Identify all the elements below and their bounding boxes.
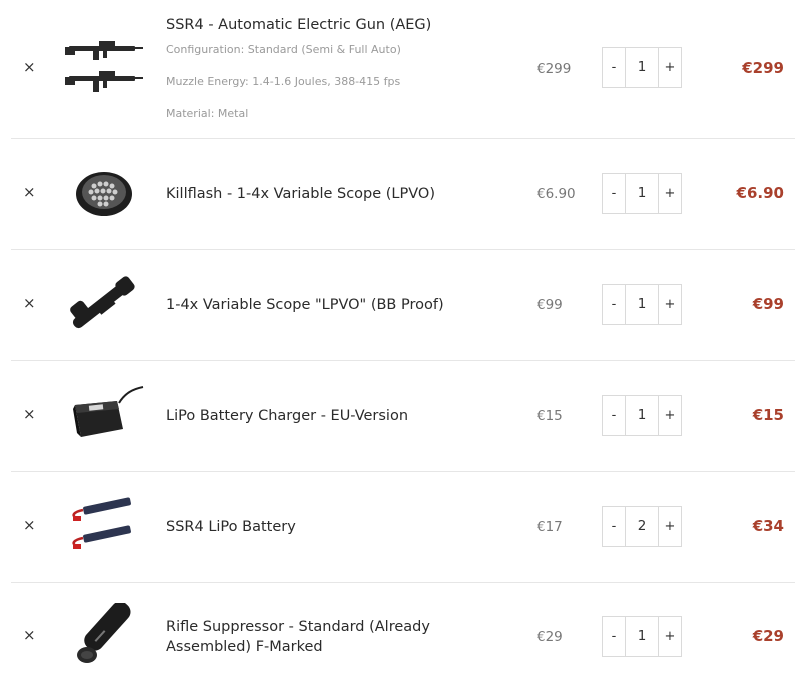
product-image-scope[interactable]	[63, 272, 143, 334]
product-name-link[interactable]: Rifle Suppressor - Standard (Already Ass…	[166, 617, 486, 657]
product-muzzle-energy: Muzzle Energy: 1.4-1.6 Joules, 388-415 f…	[166, 75, 401, 88]
product-image-suppressor[interactable]	[63, 603, 143, 669]
line-subtotal: €99	[752, 295, 784, 313]
quantity-decrease-button[interactable]: -	[603, 617, 625, 656]
quantity-increase-button[interactable]: +	[659, 285, 681, 324]
quantity-stepper: - 1 +	[602, 284, 682, 325]
product-name-link[interactable]: Killflash - 1-4x Variable Scope (LPVO)	[166, 184, 486, 204]
cart-row: × SSR4 LiPo Battery €17 - 2 + €34	[11, 472, 795, 583]
cart-row: × 1-4x Variable Scope "LPVO" (BB Proof) …	[11, 250, 795, 361]
battery-icon	[72, 497, 131, 549]
quantity-increase-button[interactable]: +	[659, 507, 681, 546]
quantity-input[interactable]: 1	[625, 617, 659, 656]
product-info: Rifle Suppressor - Standard (Already Ass…	[166, 617, 486, 657]
product-info: Killflash - 1-4x Variable Scope (LPVO)	[166, 184, 486, 204]
cart-row: × LiPo Battery Charger - EU-Version €15 …	[11, 361, 795, 472]
unit-price: €17	[537, 519, 563, 535]
product-name-link[interactable]: LiPo Battery Charger - EU-Version	[166, 406, 486, 426]
line-subtotal: €299	[742, 59, 784, 77]
quantity-input[interactable]: 1	[625, 396, 659, 435]
line-subtotal: €15	[752, 406, 784, 424]
cart-row: × Rifle Suppressor - Standard (Already A…	[11, 583, 795, 690]
remove-item-button[interactable]: ×	[23, 518, 36, 533]
product-name-link[interactable]: SSR4 - Automatic Electric Gun (AEG)	[166, 15, 486, 35]
product-info: LiPo Battery Charger - EU-Version	[166, 406, 486, 426]
product-name-line: Assembled) F-Marked	[166, 639, 323, 655]
remove-item-button[interactable]: ×	[23, 185, 36, 200]
product-info: SSR4 - Automatic Electric Gun (AEG) Conf…	[166, 15, 486, 121]
product-name-line: Rifle Suppressor - Standard (Already	[166, 619, 430, 635]
product-image-killflash[interactable]	[63, 164, 143, 220]
quantity-stepper: - 1 +	[602, 395, 682, 436]
quantity-decrease-button[interactable]: -	[603, 396, 625, 435]
product-info: 1-4x Variable Scope "LPVO" (BB Proof)	[166, 295, 486, 315]
unit-price: €299	[537, 61, 572, 77]
product-image-rifle[interactable]	[63, 36, 143, 96]
quantity-input[interactable]: 1	[625, 174, 659, 213]
product-info: SSR4 LiPo Battery	[166, 517, 486, 537]
remove-item-button[interactable]: ×	[23, 60, 36, 75]
unit-price: €99	[537, 297, 563, 313]
quantity-stepper: - 1 +	[602, 173, 682, 214]
quantity-decrease-button[interactable]: -	[603, 174, 625, 213]
product-configuration: Configuration: Standard (Semi & Full Aut…	[166, 43, 401, 56]
unit-price: €15	[537, 408, 563, 424]
product-image-battery[interactable]	[63, 494, 143, 558]
quantity-decrease-button[interactable]: -	[603, 48, 625, 87]
cart-row: × SSR4 - Automatic Electric Gun (AEG) Co…	[11, 0, 795, 139]
product-name-link[interactable]: 1-4x Variable Scope "LPVO" (BB Proof)	[166, 295, 486, 315]
quantity-increase-button[interactable]: +	[659, 617, 681, 656]
rifle-icon	[65, 41, 143, 92]
quantity-stepper: - 1 +	[602, 47, 682, 88]
quantity-input[interactable]: 1	[625, 48, 659, 87]
remove-item-button[interactable]: ×	[23, 296, 36, 311]
line-subtotal: €6.90	[736, 184, 784, 202]
cart-row: × Killflash - 1-4x Variable Scope (LPVO)…	[11, 139, 795, 250]
quantity-increase-button[interactable]: +	[659, 174, 681, 213]
product-image-charger[interactable]	[63, 383, 144, 445]
remove-item-button[interactable]: ×	[23, 407, 36, 422]
product-name-link[interactable]: SSR4 LiPo Battery	[166, 517, 486, 537]
quantity-stepper: - 2 +	[602, 506, 682, 547]
quantity-decrease-button[interactable]: -	[603, 285, 625, 324]
product-material: Material: Metal	[166, 107, 249, 120]
line-subtotal: €34	[752, 517, 784, 535]
quantity-stepper: - 1 +	[602, 616, 682, 657]
quantity-input[interactable]: 2	[625, 507, 659, 546]
charger-icon	[73, 386, 144, 437]
killflash-icon	[76, 172, 132, 216]
quantity-decrease-button[interactable]: -	[603, 507, 625, 546]
unit-price: €6.90	[537, 186, 576, 202]
remove-item-button[interactable]: ×	[23, 628, 36, 643]
scope-icon	[70, 276, 135, 329]
suppressor-icon	[77, 603, 131, 663]
quantity-increase-button[interactable]: +	[659, 396, 681, 435]
unit-price: €29	[537, 629, 563, 645]
quantity-increase-button[interactable]: +	[659, 48, 681, 87]
quantity-input[interactable]: 1	[625, 285, 659, 324]
line-subtotal: €29	[752, 627, 784, 645]
